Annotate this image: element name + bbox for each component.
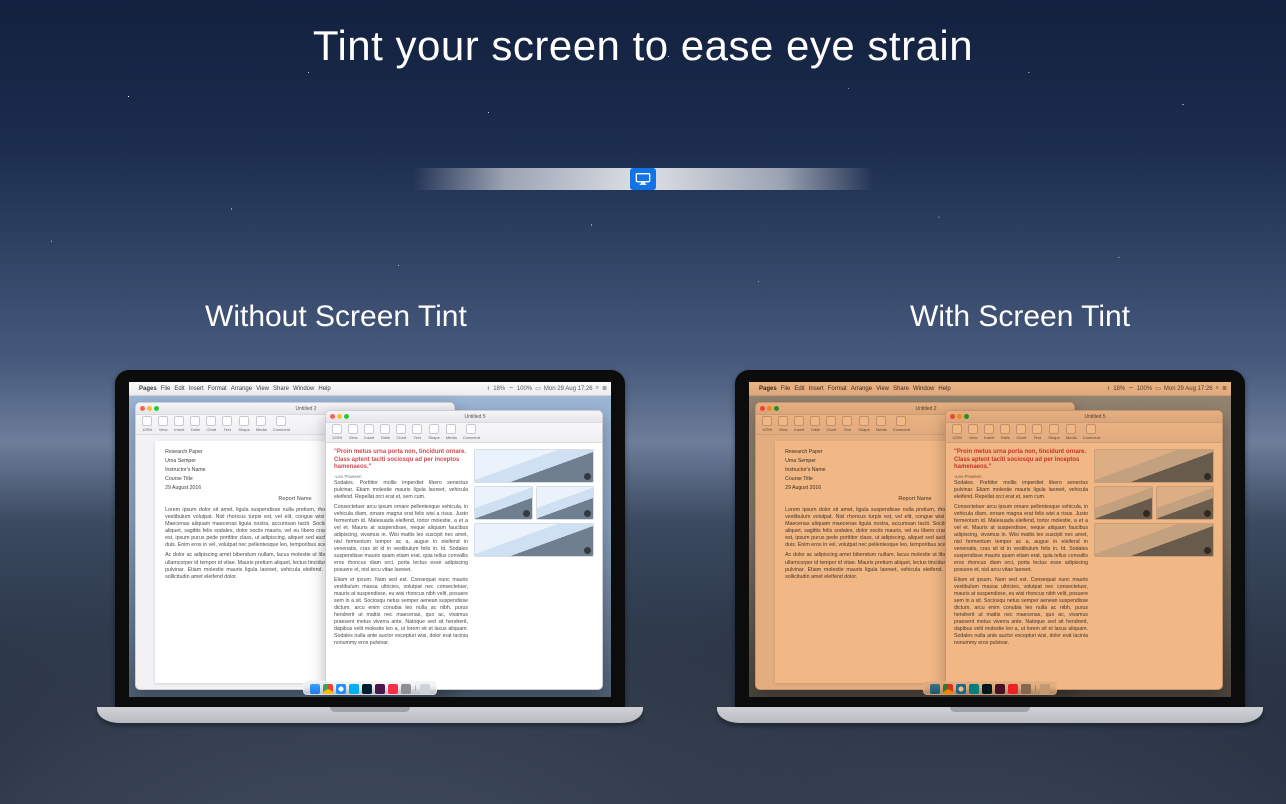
dock-app-sysprefs[interactable]: [401, 684, 411, 694]
image-grid: [474, 449, 594, 683]
menu-arrange[interactable]: Arrange: [851, 386, 872, 392]
dock-separator: [415, 685, 416, 691]
menu-view[interactable]: View: [256, 386, 269, 392]
status-notif-icon[interactable]: ≣: [1222, 385, 1227, 392]
dock-app-skype[interactable]: [349, 684, 359, 694]
desktop-area: Untitled 2 125% View Insert Table Chart …: [129, 396, 611, 697]
dock-app-photoshop[interactable]: [362, 684, 372, 694]
menu-help[interactable]: Help: [318, 386, 330, 392]
toolbar-view[interactable]: View: [348, 424, 358, 440]
caption-with: With Screen Tint: [910, 300, 1130, 334]
dock-app-finder[interactable]: [310, 684, 320, 694]
toolbar-insert[interactable]: Insert: [174, 416, 184, 432]
image-thumb[interactable]: [474, 449, 594, 483]
screen-without-tint: Pages File Edit Insert Format Arrange Vi…: [129, 382, 611, 697]
laptop-with-tint: Pages File Edit Insert Format Arrange Vi…: [735, 370, 1245, 723]
traffic-lights[interactable]: [330, 414, 349, 419]
menu-view[interactable]: View: [876, 386, 889, 392]
toolbar-zoom[interactable]: 125%: [142, 416, 152, 432]
menu-window[interactable]: Window: [293, 386, 314, 392]
toolbar-insert[interactable]: Insert: [364, 424, 374, 440]
status-battery-pct: 100%: [1137, 386, 1152, 392]
menu-arrange[interactable]: Arrange: [231, 386, 252, 392]
menubar-app[interactable]: Pages: [759, 386, 777, 392]
status-battery-pct: 100%: [517, 386, 532, 392]
dock[interactable]: [303, 681, 437, 695]
pages-toolbar: 125% View Insert Table Chart Text Shape …: [326, 423, 602, 443]
image-thumb[interactable]: [536, 486, 595, 520]
doc-paragraph: Sodales. Porttitor mollis imperdiet libe…: [334, 480, 468, 501]
dock-app-slack[interactable]: [375, 684, 385, 694]
status-search-icon[interactable]: ⌕: [596, 385, 599, 392]
menu-format[interactable]: Format: [828, 386, 847, 392]
screen-with-tint: Pages File Edit Insert Format Arrange Vi…: [749, 382, 1231, 697]
status-battery-icon[interactable]: ▭: [1155, 385, 1161, 392]
toolbar-media[interactable]: Media: [256, 416, 267, 432]
toolbar-view[interactable]: View: [158, 416, 168, 432]
traffic-lights[interactable]: [140, 406, 159, 411]
menu-window[interactable]: Window: [913, 386, 934, 392]
menu-format[interactable]: Format: [208, 386, 227, 392]
toolbar-chart[interactable]: Chart: [396, 424, 406, 440]
dock-app-music[interactable]: [388, 684, 398, 694]
image-thumb[interactable]: [474, 523, 594, 557]
menu-insert[interactable]: Insert: [189, 386, 204, 392]
status-bt-pct: 18%: [1113, 386, 1125, 392]
laptop-without-tint: Pages File Edit Insert Format Arrange Vi…: [115, 370, 625, 723]
menubar-app[interactable]: Pages: [139, 386, 157, 392]
menu-insert[interactable]: Insert: [809, 386, 824, 392]
status-clock[interactable]: Mon 29 Aug 17:26: [544, 386, 593, 392]
menu-share[interactable]: Share: [893, 386, 909, 392]
dock-trash[interactable]: [420, 684, 430, 694]
menu-file[interactable]: File: [781, 386, 791, 392]
image-thumb[interactable]: [474, 486, 533, 520]
pages-window-front[interactable]: Untitled 5 125% View Insert Table Chart …: [945, 410, 1223, 690]
status-wifi-icon[interactable]: ⌔: [508, 385, 514, 393]
mac-menubar: Pages File Edit Insert Format Arrange Vi…: [749, 382, 1231, 396]
toolbar-table[interactable]: Table: [380, 424, 390, 440]
status-bluetooth-icon[interactable]: ᚼ: [487, 386, 491, 392]
toolbar-comment[interactable]: Comment: [463, 424, 480, 440]
toolbar-zoom[interactable]: 125%: [332, 424, 342, 440]
tint-slider-handle[interactable]: [630, 168, 656, 190]
desktop-area: Untitled 2 125% View Insert Table Chart …: [749, 396, 1231, 697]
status-battery-icon[interactable]: ▭: [535, 385, 541, 392]
dock-app-safari[interactable]: [336, 684, 346, 694]
dock-app-chrome[interactable]: [323, 684, 333, 694]
doc-paragraph: Etiam et ipsum. Nam sed est. Consequat n…: [334, 577, 468, 647]
laptop-base: [717, 707, 1263, 723]
pages-window-front[interactable]: Untitled 5 125% View Insert Table Chart …: [325, 410, 603, 690]
menu-file[interactable]: File: [161, 386, 171, 392]
laptop-base: [97, 707, 643, 723]
toolbar-comment[interactable]: Comment: [273, 416, 290, 432]
window-title: Untitled 5: [352, 414, 598, 420]
status-wifi-icon[interactable]: ⌔: [1128, 385, 1134, 393]
status-clock[interactable]: Mon 29 Aug 17:26: [1164, 386, 1213, 392]
toolbar-chart[interactable]: Chart: [206, 416, 216, 432]
toolbar-table[interactable]: Table: [190, 416, 200, 432]
window-titlebar[interactable]: Untitled 5: [326, 411, 602, 423]
toolbar-media[interactable]: Media: [446, 424, 457, 440]
toolbar-text[interactable]: Text: [222, 416, 232, 432]
status-search-icon[interactable]: ⌕: [1216, 385, 1219, 392]
status-notif-icon[interactable]: ≣: [602, 385, 607, 392]
mac-menubar: Pages File Edit Insert Format Arrange Vi…: [129, 382, 611, 396]
menu-edit[interactable]: Edit: [794, 386, 804, 392]
monitor-icon: [635, 172, 651, 186]
menu-edit[interactable]: Edit: [174, 386, 184, 392]
status-bt-pct: 18%: [493, 386, 505, 392]
doc-paragraph: Consectetuer arcu ipsum ornare pellentes…: [334, 504, 468, 574]
toolbar-text[interactable]: Text: [412, 424, 422, 440]
caption-without: Without Screen Tint: [205, 300, 467, 334]
menu-help[interactable]: Help: [938, 386, 950, 392]
pull-quote: "Proin metus urna porta non, tincidunt o…: [334, 449, 468, 472]
toolbar-shape[interactable]: Shape: [428, 424, 440, 440]
toolbar-shape[interactable]: Shape: [238, 416, 250, 432]
status-bluetooth-icon[interactable]: ᚼ: [1107, 386, 1111, 392]
headline: Tint your screen to ease eye strain: [0, 22, 1286, 70]
menu-share[interactable]: Share: [273, 386, 289, 392]
dock[interactable]: [923, 681, 1057, 695]
tint-slider-track[interactable]: [413, 168, 873, 190]
